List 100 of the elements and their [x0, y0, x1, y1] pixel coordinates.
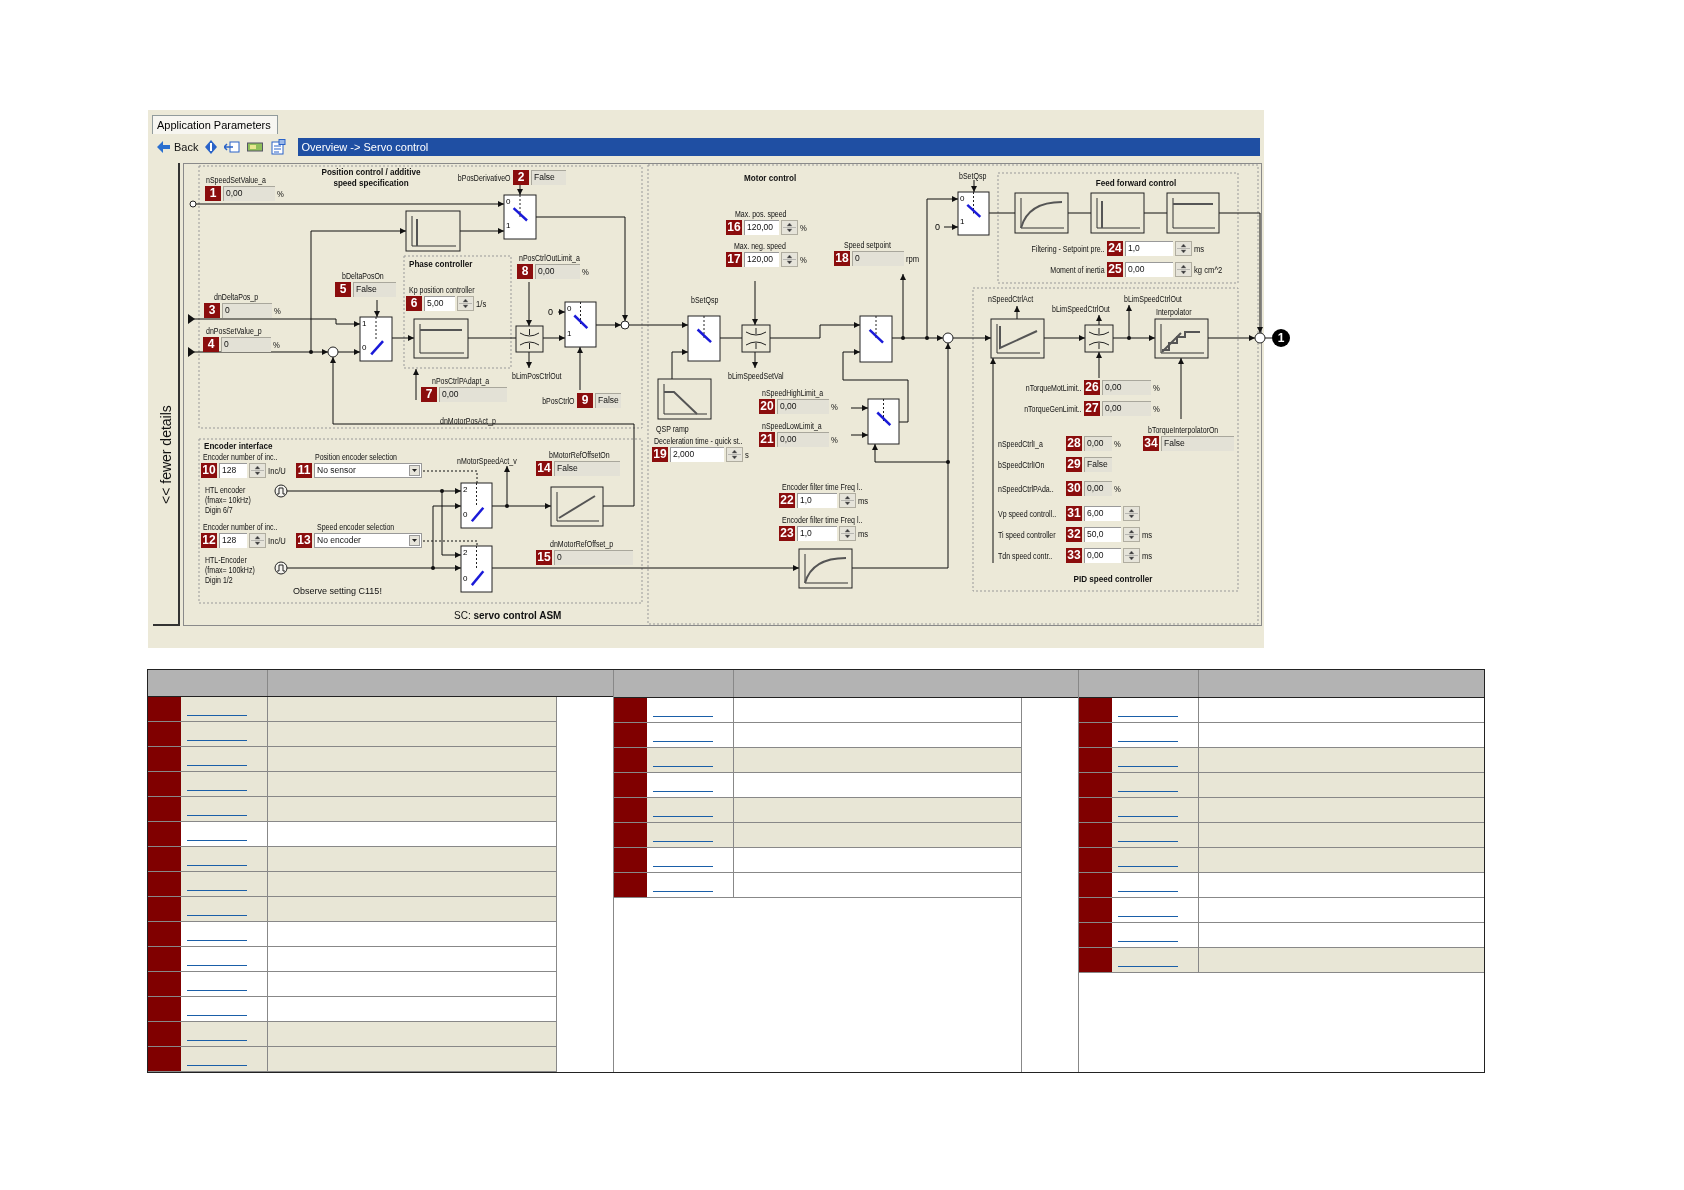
- number-field[interactable]: 1,0: [797, 493, 837, 508]
- spin-button[interactable]: [781, 220, 798, 235]
- switch-block: 0 1: [957, 191, 990, 236]
- link-underline[interactable]: [187, 965, 247, 966]
- number-field[interactable]: 1,0: [797, 526, 837, 541]
- encoder-description: HTL encoder (fmax= 10kHz) Digin 6/7: [205, 485, 251, 515]
- spin-button[interactable]: [249, 463, 266, 478]
- marker-cell: [148, 997, 181, 1021]
- link-underline[interactable]: [653, 766, 713, 767]
- number-field[interactable]: 6,00: [1084, 506, 1121, 521]
- proportional-block: [413, 318, 469, 359]
- link-underline[interactable]: [1118, 791, 1178, 792]
- number-field[interactable]: 0,00: [1125, 262, 1173, 277]
- number-field[interactable]: 0,00: [1084, 548, 1121, 563]
- number-field[interactable]: 50,0: [1084, 527, 1121, 542]
- number-field[interactable]: 128: [219, 533, 247, 548]
- spin-button[interactable]: [839, 526, 856, 541]
- number-badge: 2: [513, 170, 529, 185]
- number-field[interactable]: 5,00: [424, 296, 455, 311]
- number-field[interactable]: 120,00: [744, 252, 779, 267]
- link-underline[interactable]: [187, 990, 247, 991]
- number-field[interactable]: 2,000: [670, 447, 724, 462]
- link-underline[interactable]: [187, 815, 247, 816]
- link-underline[interactable]: [187, 840, 247, 841]
- spin-button[interactable]: [839, 493, 856, 508]
- link-underline[interactable]: [187, 940, 247, 941]
- signal-line: [459, 228, 505, 234]
- marker-cell: [614, 848, 647, 872]
- spin-button[interactable]: [1123, 506, 1140, 521]
- interpolator-block: [1154, 318, 1209, 359]
- number-field[interactable]: 120,00: [744, 220, 779, 235]
- link-underline[interactable]: [187, 1015, 247, 1016]
- marker-cell: [614, 823, 647, 847]
- number-field[interactable]: 128: [219, 463, 247, 478]
- signal-line: [752, 351, 758, 369]
- link-underline[interactable]: [653, 891, 713, 892]
- box-arrow-icon[interactable]: [224, 140, 241, 154]
- number-badge: 13: [296, 533, 312, 548]
- parameter-label: Encoder filter time Freq l..: [782, 515, 863, 525]
- link-underline[interactable]: [1118, 966, 1178, 967]
- link-underline[interactable]: [1118, 741, 1178, 742]
- document-icon[interactable]: [270, 139, 287, 155]
- link-underline[interactable]: [653, 866, 713, 867]
- spin-button[interactable]: [1123, 527, 1140, 542]
- link-underline[interactable]: [187, 865, 247, 866]
- value-field: 0,00: [1084, 481, 1112, 496]
- link-underline[interactable]: [653, 816, 713, 817]
- link-underline[interactable]: [1118, 841, 1178, 842]
- link-underline[interactable]: [187, 765, 247, 766]
- input-terminal: [189, 200, 197, 208]
- spin-button[interactable]: [1175, 241, 1192, 256]
- spin-button[interactable]: [726, 447, 743, 462]
- marker-cell: [148, 697, 181, 721]
- signal-line: [1067, 212, 1092, 214]
- link-underline[interactable]: [1118, 891, 1178, 892]
- link-underline[interactable]: [1118, 716, 1178, 717]
- link-underline[interactable]: [187, 1040, 247, 1041]
- parameter-label: Encoder filter time Freq l..: [782, 482, 863, 492]
- link-underline[interactable]: [187, 715, 247, 716]
- spin-button[interactable]: [1123, 548, 1140, 563]
- back-arrow-icon: [157, 141, 170, 153]
- marker-cell: [1079, 798, 1112, 822]
- link-underline[interactable]: [187, 890, 247, 891]
- link-underline[interactable]: [653, 716, 713, 717]
- spin-button[interactable]: [249, 533, 266, 548]
- number-badge: 11: [296, 463, 312, 478]
- marker-cell: [614, 748, 647, 772]
- parameter-label: Position encoder selection: [315, 452, 397, 462]
- spin-button[interactable]: [457, 296, 474, 311]
- link-underline[interactable]: [1118, 866, 1178, 867]
- link-underline[interactable]: [1118, 766, 1178, 767]
- unit-label: %: [831, 434, 838, 445]
- link-underline[interactable]: [187, 790, 247, 791]
- link-underline[interactable]: [187, 1065, 247, 1066]
- number-badge: 20: [759, 399, 775, 414]
- marker-cell: [148, 822, 181, 846]
- number-field[interactable]: 1,0: [1125, 241, 1173, 256]
- back-button[interactable]: Back: [157, 141, 199, 153]
- link-underline[interactable]: [653, 791, 713, 792]
- marker-cell: [148, 1047, 181, 1071]
- link-underline[interactable]: [1118, 816, 1178, 817]
- dropdown[interactable]: No encoder: [314, 533, 422, 548]
- value-field: 0: [221, 337, 271, 352]
- marker-cell: [148, 872, 181, 896]
- diamond-icon[interactable]: [205, 140, 218, 154]
- card-icon[interactable]: [247, 141, 264, 153]
- tab[interactable]: Application Parameters: [152, 115, 278, 134]
- details-toggle[interactable]: << fewer details: [153, 163, 180, 626]
- number-badge: 16: [726, 220, 742, 235]
- link-underline[interactable]: [653, 741, 713, 742]
- link-underline[interactable]: [187, 740, 247, 741]
- spin-button[interactable]: [781, 252, 798, 267]
- dropdown[interactable]: No sensor: [314, 463, 422, 478]
- link-underline[interactable]: [653, 841, 713, 842]
- marker-cell: [614, 723, 647, 747]
- number-badge: 34: [1143, 436, 1159, 451]
- link-underline[interactable]: [1118, 941, 1178, 942]
- link-underline[interactable]: [1118, 916, 1178, 917]
- link-underline[interactable]: [187, 915, 247, 916]
- spin-button[interactable]: [1175, 262, 1192, 277]
